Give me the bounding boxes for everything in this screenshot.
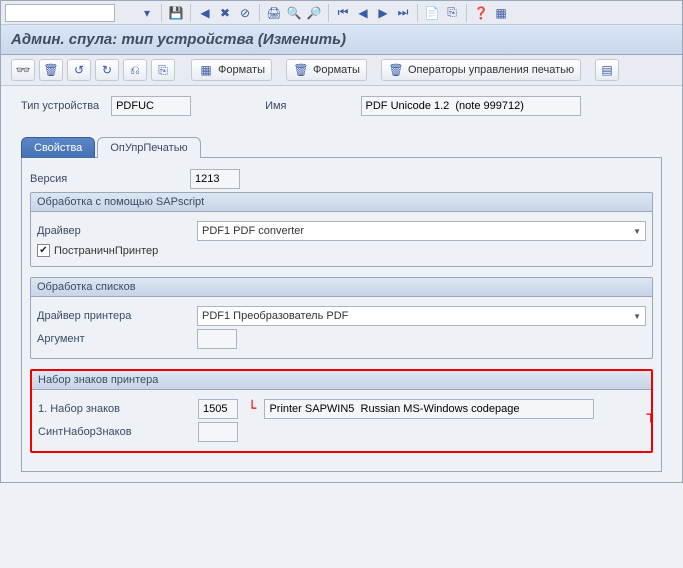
first-page-icon[interactable]: ⏮	[335, 5, 351, 21]
copy-button[interactable]: ⎘	[151, 59, 175, 81]
formats-label-1: Форматы	[218, 64, 265, 76]
exit-icon[interactable]: ✖	[217, 5, 233, 21]
find-icon[interactable]: 🔍	[286, 5, 302, 21]
action-toolbar: 👓 🗑 ↺ ↻ ⎌ ⎘ ▦ Форматы 🗑 Форматы 🗑 Операт…	[1, 55, 682, 86]
last-page-icon[interactable]: ⏭	[395, 5, 411, 21]
undo-button[interactable]: ↺	[67, 59, 91, 81]
trash-icon: 🗑	[43, 62, 59, 78]
trash-icon: 🗑	[293, 62, 309, 78]
check-button[interactable]: ⎌	[123, 59, 147, 81]
tab-row: Свойства ОпУпрПечатью	[21, 136, 662, 157]
save-icon[interactable]: 💾	[168, 5, 184, 21]
find-next-icon[interactable]: 🔎	[306, 5, 322, 21]
chevron-down-icon: ▼	[633, 227, 641, 236]
charset-group-header: Набор знаков принтера	[32, 371, 651, 390]
driver-value: PDF1 PDF converter	[202, 225, 304, 237]
synt-charset-input[interactable]	[198, 422, 238, 442]
redo-button[interactable]: ↻	[95, 59, 119, 81]
undo-icon: ↺	[71, 62, 87, 78]
prev-page-icon[interactable]: ◀	[355, 5, 371, 21]
print-operators-label: Операторы управления печатью	[408, 64, 574, 76]
next-page-icon[interactable]: ▶	[375, 5, 391, 21]
shortcut-icon[interactable]: ⎘	[444, 5, 460, 21]
print-icon[interactable]: 🖨	[266, 5, 282, 21]
page-printer-label: ПостраничнПринтер	[54, 245, 158, 257]
grid-icon: ▦	[198, 62, 214, 78]
menu-icon[interactable]: ▾	[139, 5, 155, 21]
back-icon[interactable]: ◀	[197, 5, 213, 21]
printer-driver-value: PDF1 Преобразователь PDF	[202, 310, 348, 322]
highlight-bracket-left: └	[248, 401, 256, 417]
header-fields: Тип устройства Имя	[1, 86, 682, 126]
formats-label-2: Форматы	[313, 64, 360, 76]
charset-desc-input[interactable]	[264, 399, 594, 419]
driver-label: Драйвер	[37, 225, 187, 237]
formats-button-2[interactable]: 🗑 Форматы	[286, 59, 367, 81]
command-field[interactable]	[5, 4, 115, 22]
list-button[interactable]: ▤	[595, 59, 619, 81]
print-operators-button[interactable]: 🗑 Операторы управления печатью	[381, 59, 581, 81]
device-type-input[interactable]	[111, 96, 191, 116]
chevron-down-icon: ▼	[633, 312, 641, 321]
version-input[interactable]	[190, 169, 240, 189]
sapscript-group-header: Обработка с помощью SAPscript	[31, 193, 652, 212]
check-icon: ⎌	[127, 62, 143, 78]
checkbox-icon: ✔	[37, 244, 50, 257]
formats-button-1[interactable]: ▦ Форматы	[191, 59, 272, 81]
trash-icon: 🗑	[388, 62, 404, 78]
lists-group-header: Обработка списков	[31, 278, 652, 297]
layout-icon[interactable]: ▦	[493, 5, 509, 21]
driver-select[interactable]: PDF1 PDF converter ▼	[197, 221, 646, 241]
printer-driver-label: Драйвер принтера	[37, 310, 187, 322]
redo-icon: ↻	[99, 62, 115, 78]
delete-button[interactable]: 🗑	[39, 59, 63, 81]
name-input[interactable]	[361, 96, 581, 116]
system-toolbar: ▾ 💾 ◀ ✖ ⊘ 🖨 🔍 🔎 ⏮ ◀ ▶ ⏭ 📄 ⎘ ❓ ▦	[1, 1, 682, 25]
tab-print-ops[interactable]: ОпУпрПечатью	[97, 137, 200, 158]
printer-driver-select[interactable]: PDF1 Преобразователь PDF ▼	[197, 306, 646, 326]
charset-row-label: 1. Набор знаков	[38, 403, 188, 415]
window-title: Админ. спула: тип устройства (Изменить)	[1, 25, 682, 55]
name-label: Имя	[265, 100, 286, 112]
help-icon[interactable]: ❓	[473, 5, 489, 21]
device-type-label: Тип устройства	[21, 100, 99, 112]
argument-input[interactable]	[197, 329, 237, 349]
synt-charset-label: СинтНаборЗнаков	[38, 426, 188, 438]
charset-code-input[interactable]	[198, 399, 238, 419]
copy-icon: ⎘	[155, 62, 171, 78]
cancel-icon[interactable]: ⊘	[237, 5, 253, 21]
argument-label: Аргумент	[37, 333, 187, 345]
new-session-icon[interactable]: 📄	[424, 5, 440, 21]
glasses-icon: 👓	[15, 62, 31, 78]
tab-properties[interactable]: Свойства	[21, 137, 95, 158]
other-object-button[interactable]: 👓	[11, 59, 35, 81]
list-icon: ▤	[599, 62, 615, 78]
highlight-bracket-right: ┐	[647, 407, 655, 423]
page-printer-checkbox[interactable]: ✔ ПостраничнПринтер	[37, 244, 158, 257]
version-label: Версия	[30, 173, 180, 185]
